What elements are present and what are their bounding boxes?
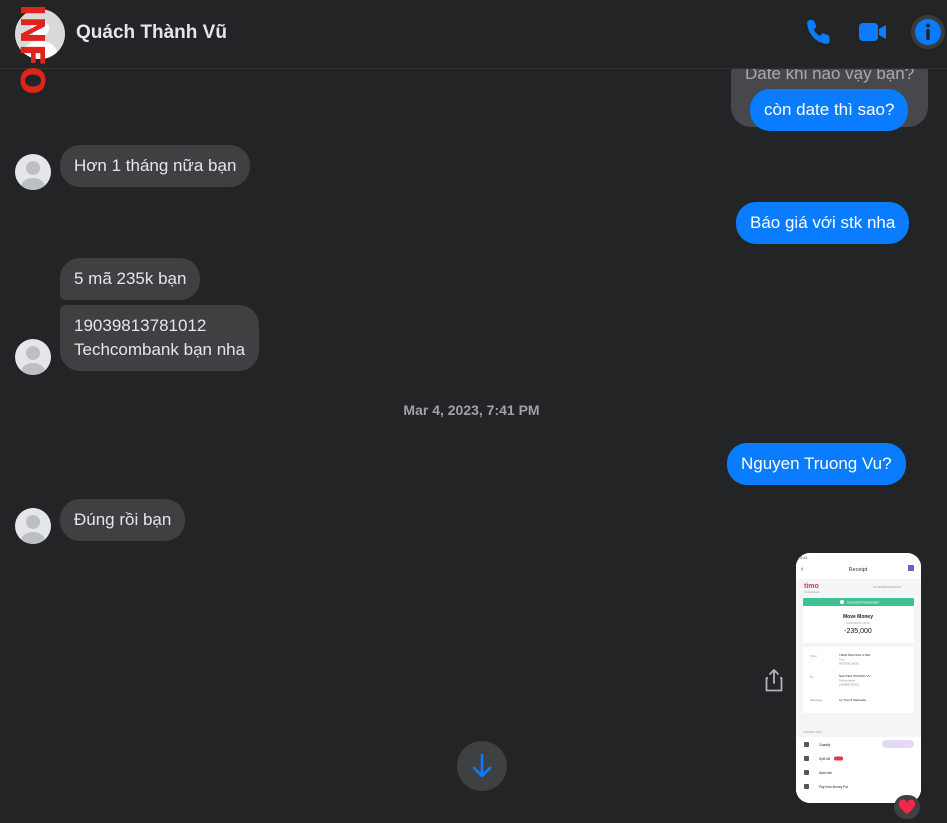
- scroll-to-bottom-button[interactable]: [457, 741, 507, 791]
- message-bubble-incoming[interactable]: 5 mã 235k bạn: [60, 258, 201, 300]
- message-text: Báo giá với stk nha: [750, 213, 896, 232]
- message-text-line: Techcombank bạn nha: [74, 340, 246, 359]
- svg-text:90373341114130: 90373341114130: [839, 662, 859, 666]
- receipt-from-name: TRAN PHUONG UYEN: [839, 653, 870, 657]
- message-text-line: 19039813781012: [74, 316, 207, 335]
- svg-text:Techcombank: Techcombank: [839, 679, 856, 683]
- contact-avatar-small[interactable]: [15, 508, 51, 544]
- info-icon[interactable]: [910, 14, 946, 50]
- message-text: 5 mã 235k bạn: [74, 269, 187, 288]
- message-bubble-outgoing[interactable]: Báo giá với stk nha: [736, 202, 910, 244]
- contact-avatar-small[interactable]: [15, 154, 51, 190]
- svg-text:Techcombank: Techcombank: [804, 591, 820, 594]
- svg-text:Add note: Add note: [819, 771, 832, 775]
- message-bubble-outgoing[interactable]: Nguyen Truong Vu?: [727, 443, 906, 485]
- svg-text:To: To: [810, 675, 814, 679]
- watermark-text: INFO: [13, 4, 52, 95]
- svg-text:04/03/2023 19:32: 04/03/2023 19:32: [846, 621, 870, 625]
- message-timestamp: Mar 4, 2023, 7:41 PM: [403, 402, 540, 418]
- svg-text:Pay from Money Pot: Pay from Money Pot: [819, 785, 848, 789]
- chat-header: Quách Thành Vũ: [0, 0, 947, 69]
- receipt-title: Receipt: [849, 567, 868, 573]
- message-bubble-incoming[interactable]: Đúng rồi bạn: [60, 499, 186, 541]
- video-icon[interactable]: [857, 16, 889, 48]
- message-bubble-incoming[interactable]: 19039813781012 Techcombank bạn nha: [60, 305, 260, 371]
- receipt-image-attachment[interactable]: 9:41 ‹ Receipt timo Techcombank #1726498…: [796, 553, 921, 803]
- message-text: còn date thì sao?: [764, 100, 895, 119]
- heart-reaction-icon[interactable]: [894, 795, 920, 819]
- receipt-amount: -235,000: [844, 628, 872, 635]
- svg-text:Classify: Classify: [819, 743, 831, 747]
- contact-name[interactable]: Quách Thành Vũ: [76, 22, 227, 44]
- arrow-down-icon: [472, 753, 492, 778]
- svg-text:From: From: [810, 654, 818, 658]
- receipt-brand: timo: [804, 583, 819, 590]
- svg-text:Message: Message: [810, 698, 823, 702]
- message-text: Đúng rồi bạn: [74, 510, 172, 529]
- message-bubble-outgoing[interactable]: còn date thì sao?: [750, 89, 909, 131]
- message-bubble-incoming[interactable]: Hơn 1 tháng nữa bạn: [60, 145, 251, 187]
- phone-icon[interactable]: [803, 16, 835, 48]
- svg-text:Split bill: Split bill: [819, 757, 830, 761]
- message-text: Nguyen Truong Vu?: [741, 454, 892, 473]
- svg-text:#1726498142351907: #1726498142351907: [873, 585, 902, 589]
- svg-text:19039813781012: 19039813781012: [839, 683, 860, 687]
- svg-text:9:41: 9:41: [800, 555, 809, 560]
- receipt-type: Move Money: [843, 614, 873, 620]
- svg-text:Uy Tran 5 Starbucks: Uy Tran 5 Starbucks: [839, 698, 867, 702]
- svg-text:Timo: Timo: [839, 658, 845, 662]
- message-text: Hơn 1 tháng nữa bạn: [74, 156, 237, 175]
- share-icon[interactable]: [764, 668, 784, 692]
- svg-text:TRANSACTION: TRANSACTION: [803, 730, 822, 734]
- receipt-success: Successful transaction: [847, 601, 879, 605]
- contact-avatar-small[interactable]: [15, 339, 51, 375]
- receipt-to-name: NGUYEN TRUONG VU: [839, 674, 871, 678]
